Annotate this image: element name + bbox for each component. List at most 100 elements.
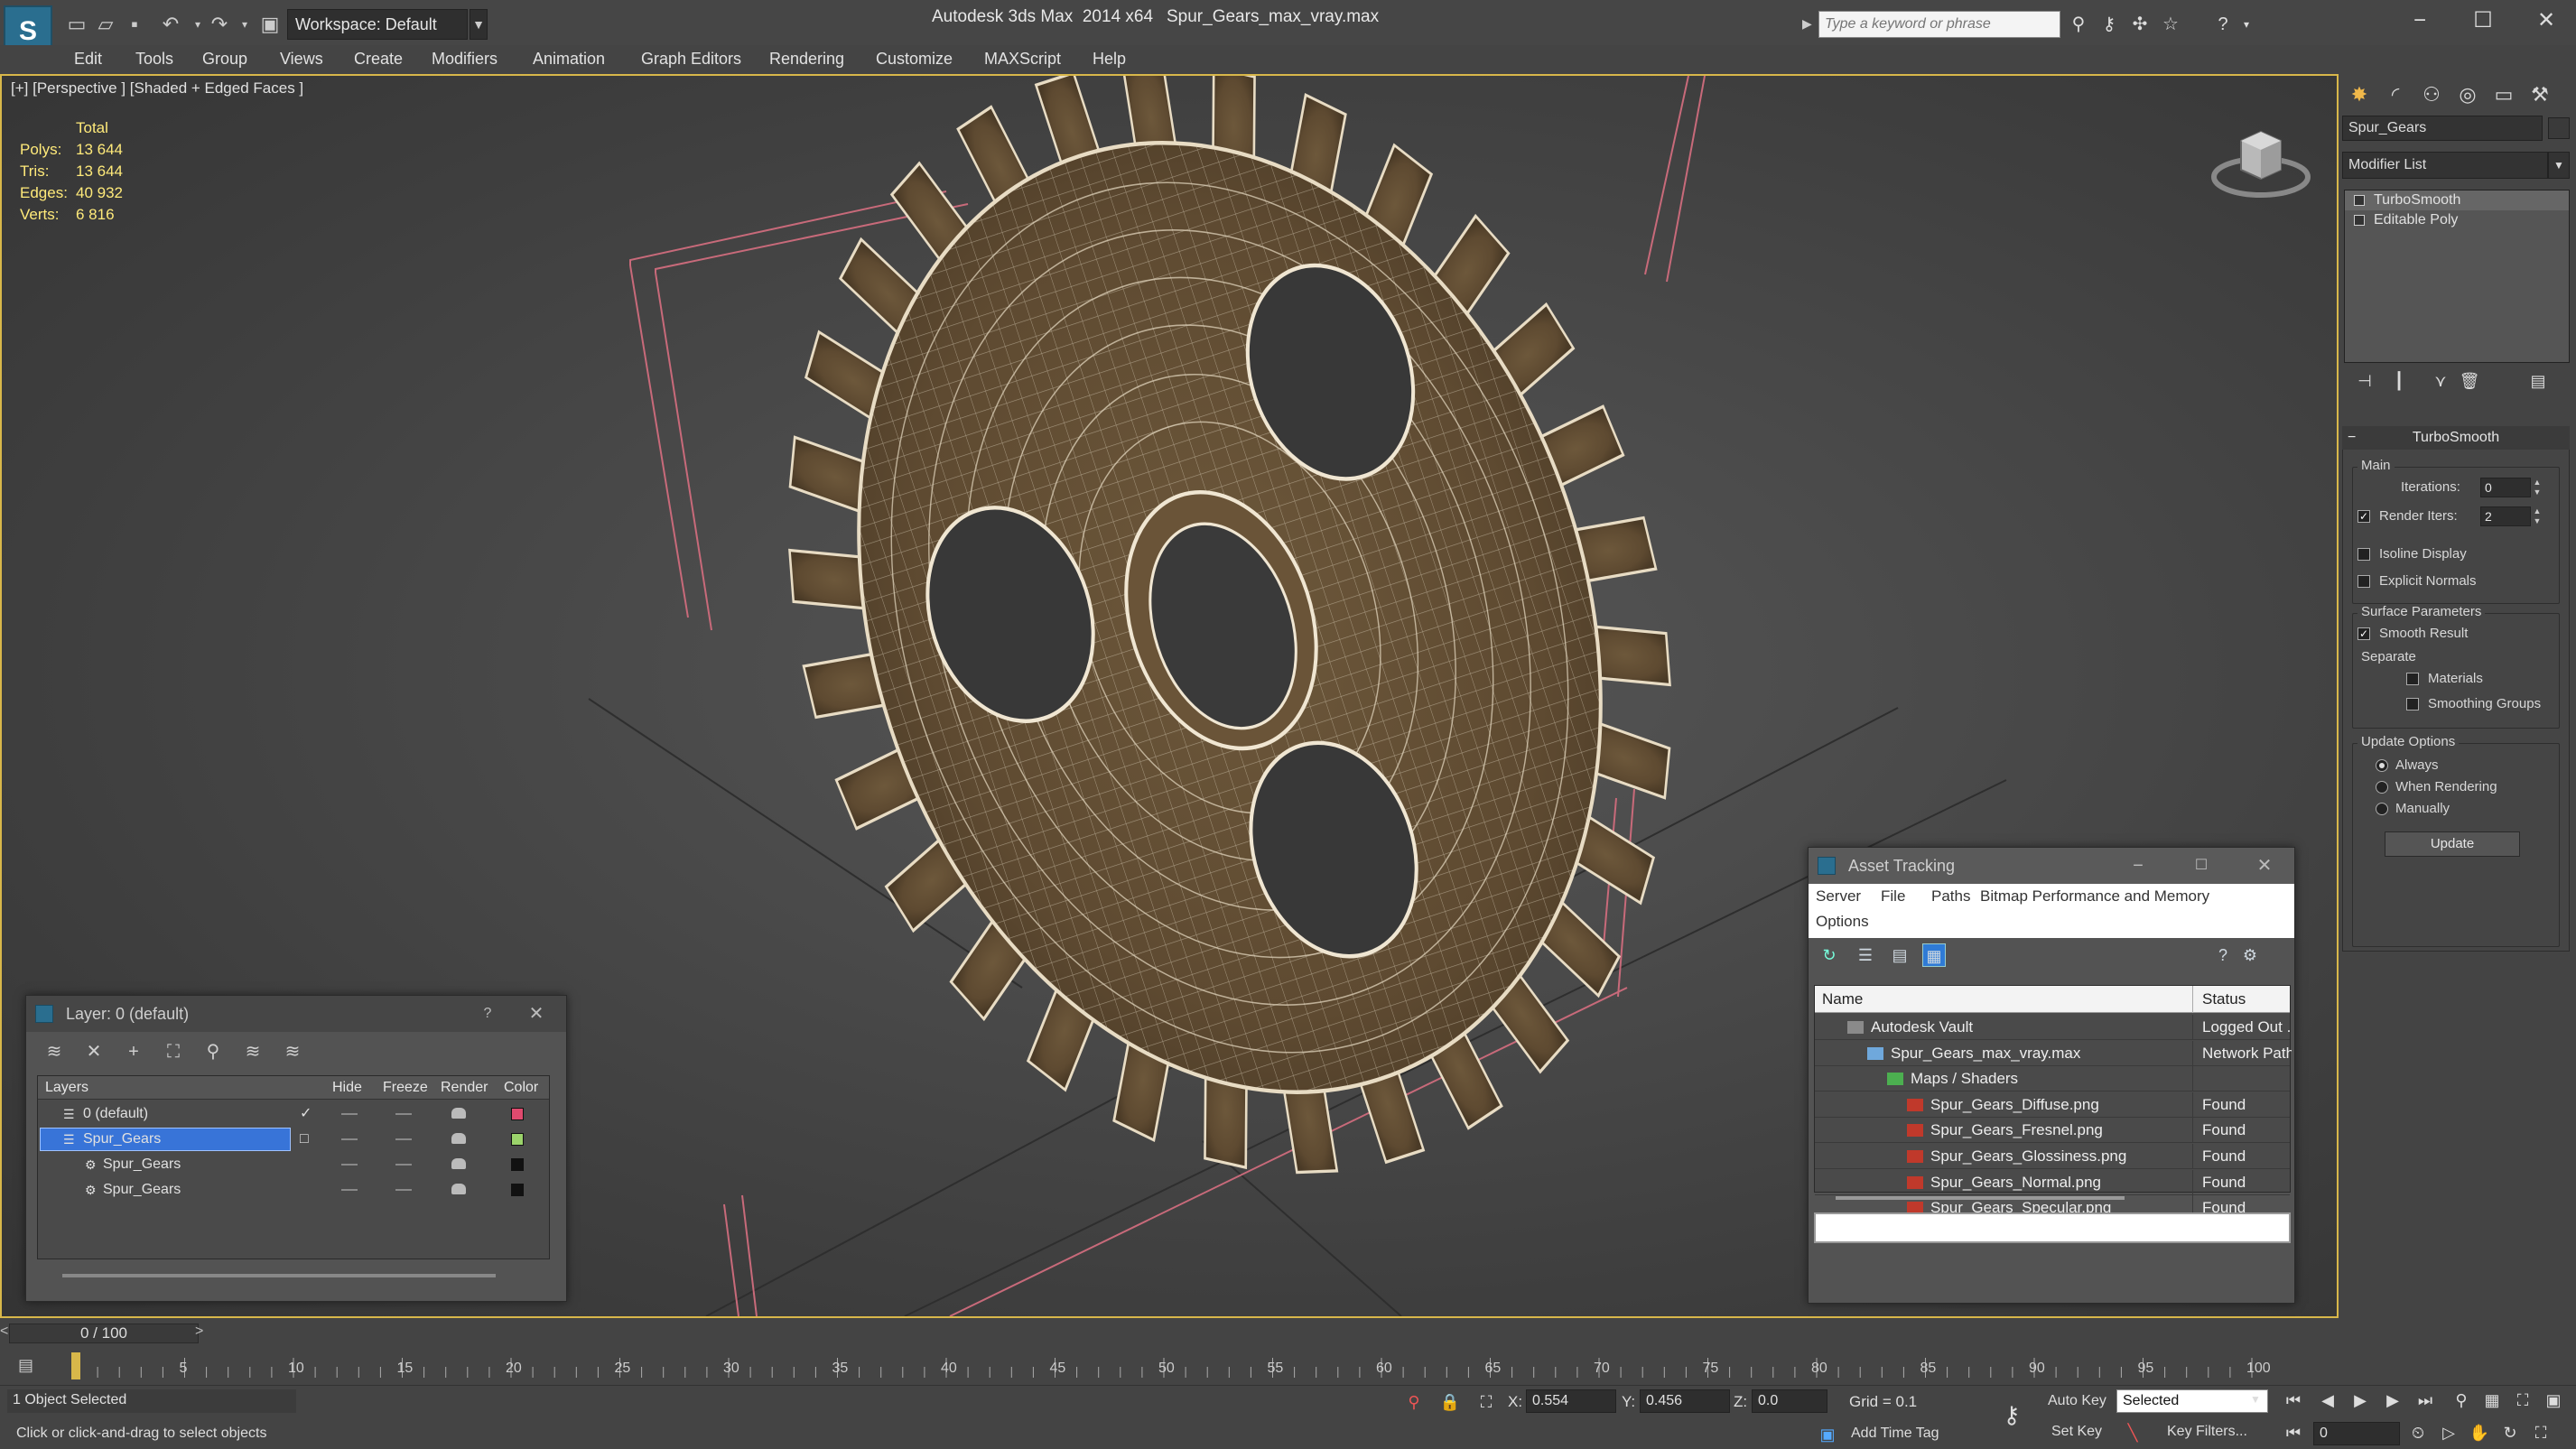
undo-icon[interactable]: ↶ <box>159 13 182 36</box>
asset-menu-file[interactable]: File <box>1881 887 1905 906</box>
render-teapot-icon[interactable] <box>451 1158 466 1169</box>
layer-row[interactable]: ☰ Spur_Gears □ <box>38 1127 549 1152</box>
maximize-viewport-icon[interactable]: ⛶ <box>2530 1422 2552 1444</box>
freeze-toggle[interactable] <box>395 1113 412 1115</box>
viewcube-icon[interactable] <box>2207 114 2315 204</box>
close-icon[interactable]: ✕ <box>2251 853 2278 878</box>
hide-all-icon[interactable]: ≋ <box>239 1039 266 1064</box>
spinner-arrows-icon[interactable]: ▲ ▼ <box>2531 506 2543 526</box>
close-icon[interactable]: ✕ <box>523 1001 550 1026</box>
menu-group[interactable]: Group <box>202 50 247 69</box>
zoom-extents-all-icon[interactable]: ▣ <box>2543 1389 2564 1411</box>
configure-sets-icon[interactable]: ▤ <box>2525 368 2552 394</box>
communication-icon[interactable]: ✣ <box>2127 12 2153 37</box>
smoothing-groups-checkbox[interactable] <box>2406 698 2419 711</box>
motion-tab-icon[interactable]: ◎ <box>2452 79 2483 110</box>
asset-row[interactable]: Spur_Gears_Fresnel.png Found <box>1815 1118 2290 1144</box>
asset-row[interactable]: Spur_Gears_Glossiness.png Found <box>1815 1144 2290 1169</box>
layer-row[interactable]: ☰ 0 (default) ✓ <box>38 1101 549 1127</box>
track-bar[interactable]: ▤ 5 10 15 20 25 30 35 40 45 50 55 60 65 70 75 80 85 90 95 1… <box>0 1349 2339 1385</box>
undo-dropdown-icon[interactable]: ▾ <box>186 13 209 36</box>
key-selection-dropdown[interactable]: Selected <box>2116 1389 2268 1413</box>
column-header-status[interactable]: Status <box>2192 986 2246 1013</box>
when-rendering-radio[interactable] <box>2376 781 2388 794</box>
menu-help[interactable]: Help <box>1093 50 1126 69</box>
play-icon[interactable]: ▶ <box>2349 1389 2371 1411</box>
column-header-layers[interactable]: Layers <box>45 1076 88 1100</box>
hide-toggle[interactable] <box>341 1189 358 1191</box>
object-color-swatch[interactable] <box>511 1158 524 1171</box>
freeze-toggle[interactable] <box>395 1138 412 1140</box>
goto-start-icon[interactable]: ⏮ <box>2283 1389 2304 1411</box>
freeze-toggle[interactable] <box>395 1164 412 1166</box>
asset-menu-paths[interactable]: Paths <box>1931 887 1970 906</box>
close-icon[interactable]: ✕ <box>2528 5 2564 36</box>
layer-color-swatch[interactable] <box>511 1108 524 1120</box>
list-view-icon[interactable]: ☰ <box>1854 943 1877 967</box>
layer-row[interactable]: ⚙ Spur_Gears <box>38 1177 549 1203</box>
active-layer-check[interactable]: ✓ <box>300 1101 312 1127</box>
workspace-dropdown[interactable]: Workspace: Default <box>287 9 468 40</box>
object-color-swatch[interactable] <box>2548 117 2570 139</box>
lightbulb-icon[interactable] <box>2354 195 2365 206</box>
column-header-render[interactable]: Render <box>441 1076 488 1100</box>
iterations-spinner[interactable]: 0 <box>2480 478 2531 497</box>
menu-customize[interactable]: Customize <box>876 50 953 69</box>
chevron-down-icon[interactable]: ▼ <box>2250 1393 2261 1406</box>
create-tab-icon[interactable]: ✸ <box>2344 79 2375 110</box>
zoom-icon[interactable]: ⚲ <box>2450 1389 2472 1411</box>
add-time-tag[interactable]: Add Time Tag <box>1851 1426 1939 1442</box>
options-icon[interactable]: ⚙ <box>2238 943 2262 967</box>
render-iters-spinner[interactable]: 2 <box>2480 506 2531 526</box>
minimize-icon[interactable]: − <box>2402 5 2438 36</box>
menu-animation[interactable]: Animation <box>533 50 605 69</box>
asset-row[interactable]: Spur_Gears_max_vray.max Network Path <box>1815 1040 2292 1066</box>
previous-frame-icon[interactable]: ◀ <box>2317 1389 2339 1411</box>
zoom-all-icon[interactable]: ▦ <box>2481 1389 2503 1411</box>
project-folder-icon[interactable]: ▣ <box>258 13 282 36</box>
help-dropdown-icon[interactable]: ▾ <box>2234 12 2259 37</box>
spinner-arrows-icon[interactable]: ▲ ▼ <box>2531 478 2543 497</box>
column-header-freeze[interactable]: Freeze <box>383 1076 428 1100</box>
menu-tools[interactable]: Tools <box>135 50 173 69</box>
key-mode-toggle-icon[interactable]: ⏮ <box>2283 1422 2304 1444</box>
layers-icon[interactable]: ≋ <box>41 1039 68 1064</box>
select-objects-icon[interactable]: ⛶ <box>160 1039 187 1064</box>
field-of-view-icon[interactable]: ▷ <box>2438 1422 2460 1444</box>
time-configuration-icon[interactable]: ⏲ <box>2407 1422 2429 1444</box>
key-filters-button[interactable]: Key Filters... <box>2167 1424 2247 1440</box>
column-header-color[interactable]: Color <box>504 1076 538 1100</box>
menu-views[interactable]: Views <box>280 50 323 69</box>
favorites-star-icon[interactable]: ☆ <box>2158 12 2183 37</box>
column-header-hide[interactable]: Hide <box>332 1076 362 1100</box>
set-key-button[interactable]: Set Key <box>2051 1424 2102 1440</box>
menu-rendering[interactable]: Rendering <box>769 50 844 69</box>
redo-icon[interactable]: ↷ <box>208 13 231 36</box>
render-iters-checkbox[interactable]: ✓ <box>2357 510 2370 523</box>
menu-edit[interactable]: Edit <box>74 50 102 69</box>
remove-modifier-icon[interactable]: 🗑 <box>2456 368 2483 394</box>
time-slider[interactable]: < 0 / 100 > <box>0 1320 2339 1347</box>
display-tab-icon[interactable]: ▭ <box>2488 79 2519 110</box>
redo-dropdown-icon[interactable]: ▾ <box>233 13 256 36</box>
menu-create[interactable]: Create <box>354 50 403 69</box>
asset-path-field[interactable] <box>1814 1212 2291 1243</box>
object-color-swatch[interactable] <box>511 1184 524 1196</box>
y-coordinate-field[interactable]: 0.456 <box>1640 1389 1730 1413</box>
make-unique-icon[interactable]: ⋎ <box>2427 368 2454 394</box>
explicit-normals-checkbox[interactable] <box>2357 575 2370 588</box>
help-icon[interactable]: ? <box>474 1001 501 1026</box>
chevron-down-icon[interactable]: ▼ <box>2548 152 2570 179</box>
highlight-selected-icon[interactable]: ⚲ <box>200 1039 227 1064</box>
search-input[interactable] <box>1818 11 2060 38</box>
expand-icon[interactable] <box>2354 215 2365 226</box>
utilities-tab-icon[interactable]: ⚒ <box>2525 79 2555 110</box>
hide-toggle[interactable] <box>341 1113 358 1115</box>
hide-toggle[interactable] <box>341 1138 358 1140</box>
asset-menu-server[interactable]: Server <box>1816 887 1861 906</box>
selection-lock-icon[interactable]: 🔒 <box>1439 1391 1461 1413</box>
hide-toggle[interactable] <box>341 1164 358 1166</box>
menu-maxscript[interactable]: MAXScript <box>984 50 1061 69</box>
pan-view-icon[interactable]: ✋ <box>2469 1422 2490 1444</box>
auto-key-button[interactable]: Auto Key <box>2048 1393 2106 1409</box>
